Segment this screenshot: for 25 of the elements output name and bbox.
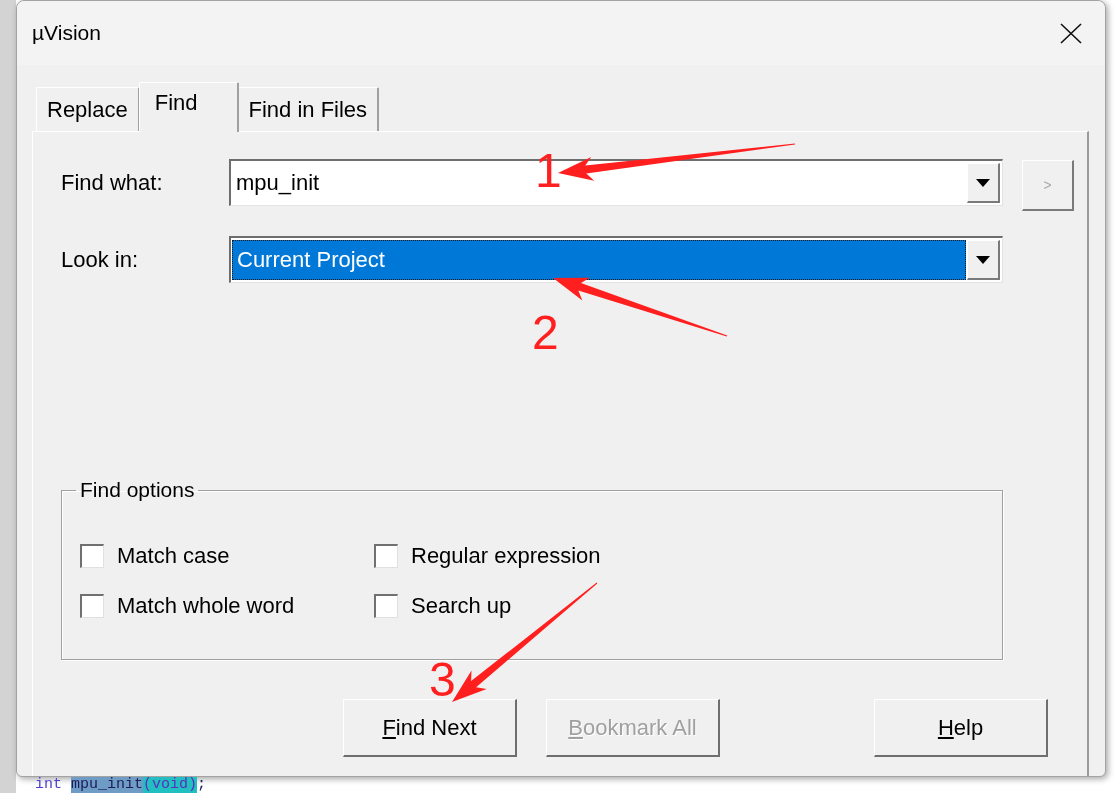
code-line: int mpu_init(void); [34,777,208,793]
checkbox[interactable] [374,544,398,568]
dialog-button[interactable]: Find Next [343,699,517,757]
tab[interactable]: Find [138,82,239,132]
close-icon [1060,22,1082,44]
look-in-field[interactable]: Current Project [229,236,1003,283]
tab[interactable]: Find in Files [237,87,380,131]
tab[interactable]: Replace [36,87,140,131]
field-label: Find what: [61,169,163,196]
checkbox[interactable] [80,544,104,568]
dropdown-button[interactable] [967,240,1000,280]
caret-icon [976,255,990,264]
field-label: Look in: [61,246,139,273]
dropdown-button[interactable] [967,163,1000,203]
window-title: µVision [32,20,101,46]
group-title: Find options [79,477,196,503]
checkbox[interactable] [80,594,104,618]
checkbox-label: Search up [411,593,512,619]
caret-icon [976,178,990,187]
checkbox-label: Match whole word [117,593,295,619]
checkbox-label: Regular expression [411,543,601,569]
annotation-number: 2 [532,309,559,357]
checkbox[interactable] [374,594,398,618]
dialog-button[interactable]: Help [874,699,1048,757]
checkbox-label: Match case [117,543,230,569]
